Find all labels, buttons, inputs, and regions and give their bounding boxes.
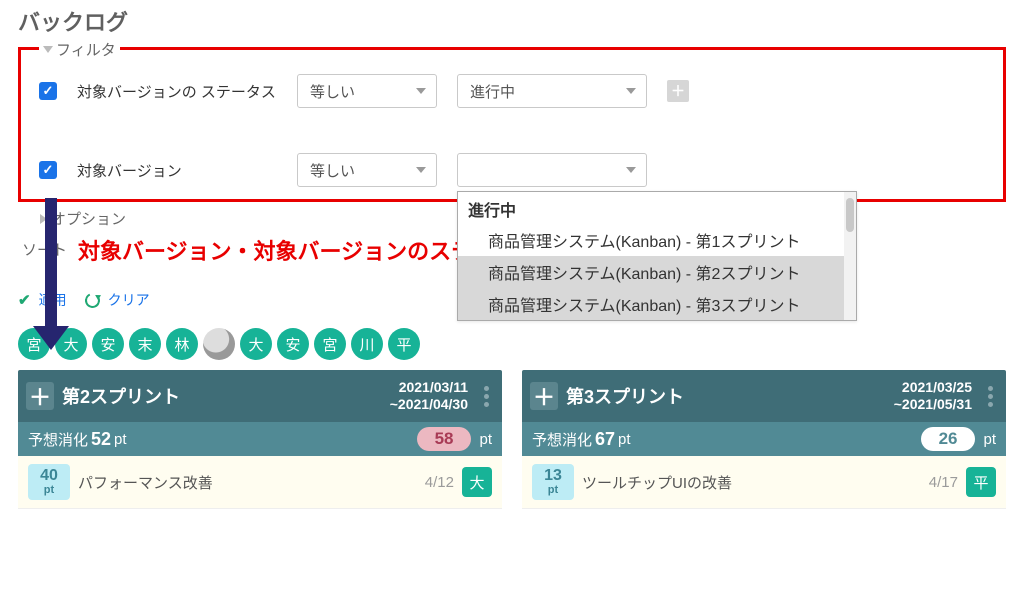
- sprint-title: 第2スプリント: [62, 383, 390, 409]
- pt-label: pt: [983, 431, 996, 448]
- avatar[interactable]: 林: [166, 328, 198, 360]
- points-badge: 26: [921, 427, 976, 451]
- filter-panel: フィルタ 対象バージョンの ステータス 等しい 進行中 ＋ 対象バージョン 等し…: [18, 47, 1006, 202]
- avatar[interactable]: 安: [277, 328, 309, 360]
- filter-checkbox[interactable]: [39, 82, 57, 100]
- avatar[interactable]: 大: [240, 328, 272, 360]
- page-title: バックログ: [18, 5, 1006, 37]
- est-value: 67: [595, 429, 615, 450]
- sprint-header: ＋ 第3スプリント 2021/03/25 ~2021/05/31: [522, 370, 1006, 422]
- filter-legend[interactable]: フィルタ: [39, 39, 120, 60]
- avatar[interactable]: [203, 328, 235, 360]
- reload-icon: [82, 290, 101, 309]
- item-date: 4/12: [425, 474, 454, 491]
- points-icon: 40 pt: [28, 464, 70, 500]
- chevron-down-icon: [626, 88, 636, 94]
- value-select[interactable]: [457, 153, 647, 187]
- sprint-header: ＋ 第2スプリント 2021/03/11 ~2021/04/30: [18, 370, 502, 422]
- value-select[interactable]: 進行中: [457, 74, 647, 108]
- value-dropdown: 進行中 商品管理システム(Kanban) - 第1スプリント 商品管理システム(…: [457, 191, 857, 321]
- arrow-annotation-icon: [36, 198, 66, 350]
- sprint-title: 第3スプリント: [566, 383, 894, 409]
- avatar[interactable]: 宮: [314, 328, 346, 360]
- sprint-date-to: ~2021/04/30: [390, 396, 468, 413]
- sprint-date-from: 2021/03/25: [894, 379, 972, 396]
- sprint-subheader: 予想消化 67 pt 26 pt: [522, 422, 1006, 456]
- points-icon: 13 pt: [532, 464, 574, 500]
- pt-label: pt: [479, 431, 492, 448]
- operator-select[interactable]: 等しい: [297, 74, 437, 108]
- kebab-menu-icon[interactable]: [476, 386, 496, 407]
- est-label: 予想消化: [532, 429, 592, 450]
- operator-value: 等しい: [310, 160, 355, 181]
- avatar[interactable]: 川: [351, 328, 383, 360]
- item-title: ツールチップUIの改善: [582, 472, 921, 493]
- chevron-down-icon: [416, 167, 426, 173]
- avatar-row: 宮 大 安 末 林 大 安 宮 川 平: [18, 328, 1006, 360]
- add-item-button[interactable]: ＋: [26, 382, 54, 410]
- assignee-tag[interactable]: 平: [966, 467, 996, 497]
- scrollbar[interactable]: [844, 192, 856, 320]
- filter-checkbox[interactable]: [39, 161, 57, 179]
- assignee-tag[interactable]: 大: [462, 467, 492, 497]
- est-unit: pt: [114, 431, 127, 448]
- est-label: 予想消化: [28, 429, 88, 450]
- kebab-menu-icon[interactable]: [980, 386, 1000, 407]
- est-unit: pt: [618, 431, 631, 448]
- item-title: パフォーマンス改善: [78, 472, 417, 493]
- sprint-date-from: 2021/03/11: [390, 379, 468, 396]
- sprint-card: ＋ 第3スプリント 2021/03/25 ~2021/05/31 予想消化 67…: [522, 370, 1006, 509]
- operator-select[interactable]: 等しい: [297, 153, 437, 187]
- dropdown-option[interactable]: 商品管理システム(Kanban) - 第1スプリント: [458, 224, 844, 256]
- dropdown-option[interactable]: 商品管理システム(Kanban) - 第2スプリント: [458, 256, 844, 288]
- filter-row: 対象バージョンの ステータス 等しい 進行中 ＋: [39, 74, 985, 108]
- add-filter-button[interactable]: ＋: [667, 80, 689, 102]
- sprint-date-to: ~2021/05/31: [894, 396, 972, 413]
- sprint-cards: ＋ 第2スプリント 2021/03/11 ~2021/04/30 予想消化 52…: [18, 370, 1006, 509]
- avatar[interactable]: 安: [92, 328, 124, 360]
- chevron-down-icon: [626, 167, 636, 173]
- filter-legend-text: フィルタ: [56, 39, 116, 60]
- chevron-down-icon: [416, 88, 426, 94]
- filter-field-label: 対象バージョンの ステータス: [77, 81, 277, 102]
- backlog-item[interactable]: 40 pt パフォーマンス改善 4/12 大: [18, 456, 502, 509]
- filter-row: 対象バージョン 等しい 進行中 商品管理システム(Kanban) - 第1スプリ…: [39, 153, 985, 187]
- clear-button[interactable]: クリア: [108, 290, 150, 310]
- caret-down-icon: [43, 46, 53, 53]
- avatar[interactable]: 末: [129, 328, 161, 360]
- check-icon: ✔: [18, 291, 31, 309]
- est-value: 52: [91, 429, 111, 450]
- points-badge: 58: [417, 427, 472, 451]
- backlog-item[interactable]: 13 pt ツールチップUIの改善 4/17 平: [522, 456, 1006, 509]
- sprint-card: ＋ 第2スプリント 2021/03/11 ~2021/04/30 予想消化 52…: [18, 370, 502, 509]
- avatar[interactable]: 平: [388, 328, 420, 360]
- dropdown-option[interactable]: 商品管理システム(Kanban) - 第3スプリント: [458, 288, 844, 320]
- sprint-subheader: 予想消化 52 pt 58 pt: [18, 422, 502, 456]
- filter-field-label: 対象バージョン: [77, 160, 277, 181]
- add-item-button[interactable]: ＋: [530, 382, 558, 410]
- item-date: 4/17: [929, 474, 958, 491]
- dropdown-group-label: 進行中: [458, 192, 844, 224]
- operator-value: 等しい: [310, 81, 355, 102]
- value-text: 進行中: [470, 81, 515, 102]
